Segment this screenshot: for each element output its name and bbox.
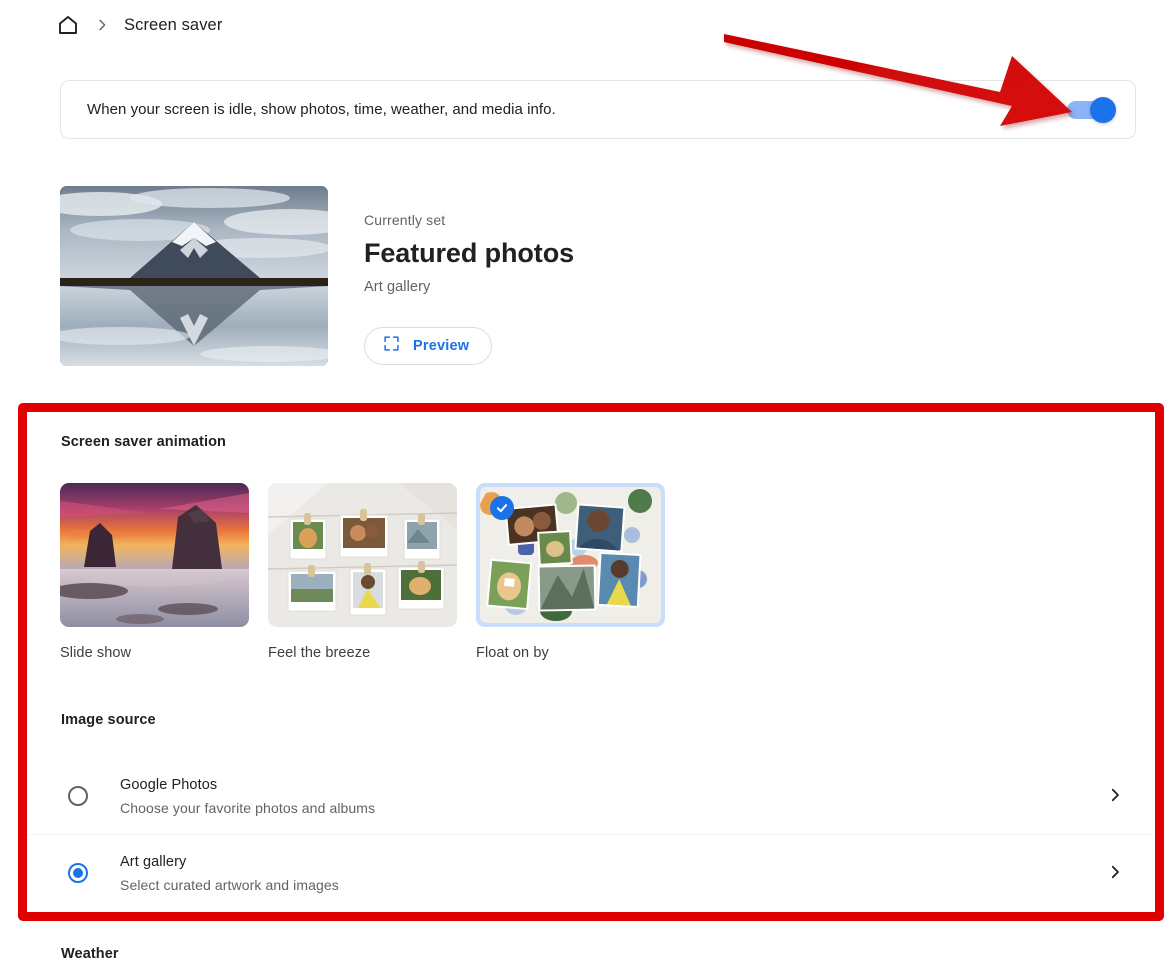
page-title: Screen saver (124, 15, 223, 34)
float-on-by-thumbnail (476, 483, 665, 627)
image-source-row-google-photos[interactable]: Google Photos Choose your favorite photo… (28, 758, 1154, 834)
feel-the-breeze-thumbnail (268, 483, 457, 627)
currently-set-subtitle: Art gallery (364, 279, 431, 295)
chevron-right-icon[interactable] (1106, 863, 1126, 883)
image-source-description: Select curated artwork and images (120, 876, 339, 893)
animation-options: Slide show Feel the breeze Float on by (60, 483, 665, 661)
fullscreen-icon (383, 335, 400, 357)
animation-option-slide-show[interactable]: Slide show (60, 483, 249, 661)
animation-option-label: Slide show (60, 645, 132, 661)
preview-button[interactable]: Preview (364, 327, 493, 365)
radio-google-photos[interactable] (68, 786, 88, 806)
image-source-description: Choose your favorite photos and albums (120, 800, 376, 816)
current-screensaver-thumbnail (60, 186, 328, 366)
breadcrumb-separator-icon (92, 15, 112, 35)
radio-art-gallery[interactable] (68, 862, 88, 883)
animation-option-feel-the-breeze[interactable]: Feel the breeze (268, 483, 457, 661)
weather-section-heading: Weather (61, 946, 119, 962)
current-screensaver-info: Currently set Featured photos Art galler… (364, 212, 574, 295)
currently-set-label: Currently set (364, 212, 446, 228)
image-source-title: Google Photos (120, 777, 218, 793)
image-source-heading: Image source (61, 712, 156, 728)
check-icon (490, 496, 514, 520)
animation-option-float-on-by[interactable]: Float on by (476, 483, 665, 661)
image-source-text: Google Photos Choose your favorite photo… (120, 776, 1106, 816)
slide-show-thumbnail (60, 483, 249, 627)
image-source-title: Art gallery (120, 853, 187, 870)
currently-set-title: Featured photos (364, 238, 575, 268)
image-source-row-art-gallery[interactable]: Art gallery Select curated artwork and i… (28, 834, 1154, 910)
screen-saver-settings-page: Screen saver When your screen is idle, s… (0, 0, 1176, 974)
screen-saver-toggle-card: When your screen is idle, show photos, t… (60, 80, 1136, 139)
animation-option-label: Feel the breeze (268, 645, 371, 661)
home-icon[interactable] (56, 13, 80, 37)
screen-saver-toggle[interactable] (1067, 96, 1116, 123)
toggle-knob (1090, 96, 1116, 123)
preview-button-label: Preview (413, 338, 470, 354)
screen-saver-description: When your screen is idle, show photos, t… (87, 101, 556, 118)
chevron-right-icon[interactable] (1106, 786, 1126, 806)
image-source-text: Art gallery Select curated artwork and i… (120, 853, 1106, 893)
animation-section-heading: Screen saver animation (61, 434, 226, 450)
image-source-list: Google Photos Choose your favorite photo… (28, 758, 1154, 910)
breadcrumb: Screen saver (56, 10, 222, 40)
animation-option-label: Float on by (476, 645, 549, 661)
